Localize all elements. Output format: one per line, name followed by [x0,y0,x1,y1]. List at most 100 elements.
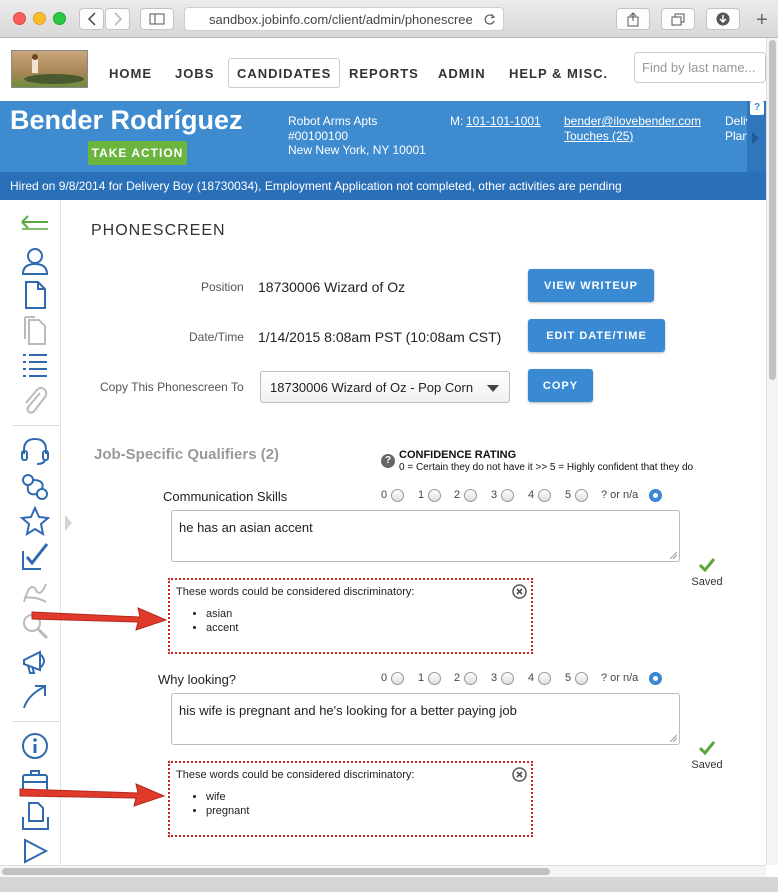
rating-radio-2[interactable] [464,489,477,502]
candidate-search-input[interactable]: Find by last name... [634,52,766,83]
address-line-2: #00100100 [288,129,349,143]
info-icon[interactable] [20,731,50,761]
copy-button[interactable]: COPY [528,369,593,402]
headset-icon[interactable] [20,436,50,466]
rating-radio-1[interactable] [428,489,441,502]
back-button[interactable] [79,8,104,30]
saved-status: Saved [691,576,723,588]
rating-label: 0 [381,672,388,684]
reload-icon[interactable] [483,13,496,26]
header-help-icon[interactable]: ? [750,101,764,115]
megaphone-icon[interactable] [20,646,50,676]
rating-radio-1[interactable] [428,672,441,685]
rating-label: 4 [528,672,535,684]
flagged-words-list: asian accent [206,608,525,634]
vertical-scrollbar[interactable] [766,38,778,865]
confidence-title: CONFIDENCE RATING [399,449,517,461]
rating-radio-0[interactable] [391,489,404,502]
chevron-right-icon [752,132,759,144]
edit-datetime-button[interactable]: EDIT DATE/TIME [528,319,665,352]
resize-handle-icon[interactable] [669,551,677,559]
nav-home[interactable]: HOME [101,58,160,88]
new-tab-button[interactable]: + [756,9,768,32]
rating-radio-3[interactable] [501,489,514,502]
header-scroll-right[interactable]: ? [747,101,766,172]
rating-label: 3 [491,489,498,501]
sidebar-toggle-button[interactable] [140,8,174,30]
close-icon[interactable] [512,584,527,599]
flagged-word: pregnant [206,805,525,817]
email-link[interactable]: bender@ilovebender.com [564,114,701,129]
nav-reports[interactable]: REPORTS [341,58,427,88]
nav-admin[interactable]: ADMIN [430,58,494,88]
rating-label: 0 [381,489,388,501]
phone-link[interactable]: 101-101-1001 [466,114,541,129]
qualifier-answer-textarea[interactable]: he has an asian accent [171,510,680,562]
nav-candidates[interactable]: CANDIDATES [228,58,341,88]
resize-handle-icon[interactable] [669,734,677,742]
confidence-help-icon[interactable]: ? [381,454,395,468]
document-icon[interactable] [20,280,50,310]
send-arrow-icon[interactable] [20,681,50,711]
paperclip-icon[interactable] [20,385,50,415]
saved-status: Saved [691,759,723,771]
datetime-value: 1/14/2015 8:08am PST (10:08am CST) [258,329,502,345]
play-icon[interactable] [20,836,50,866]
rating-radio-5[interactable] [575,672,588,685]
share-button[interactable] [616,8,650,30]
rating-radio-4[interactable] [538,489,551,502]
header-extra-2: Plan [725,129,750,143]
rating-radio-4[interactable] [538,672,551,685]
minimize-window-button[interactable] [33,12,46,25]
annotation-arrow-icon [19,783,166,807]
touches-link[interactable]: Touches (25) [564,129,633,144]
copy-documents-icon[interactable] [20,315,50,345]
workflow-icon[interactable] [20,472,50,502]
rating-radio-0[interactable] [391,672,404,685]
company-logo[interactable] [11,50,88,88]
qualifier-name: Why looking? [158,672,237,687]
phone-label: M: [450,114,464,128]
download-icon [716,12,730,26]
candidate-status-text: Hired on 9/8/2014 for Delivery Boy (1873… [10,179,622,193]
rating-radio-5[interactable] [575,489,588,502]
qualifier-answer-textarea[interactable]: his wife is pregnant and he's looking fo… [171,693,680,745]
close-window-button[interactable] [13,12,26,25]
list-icon[interactable] [20,350,50,380]
saved-check-icon [698,558,716,573]
copy-target-select[interactable]: 18730006 Wizard of Oz - Pop Corn [260,371,510,403]
downloads-button[interactable] [706,8,740,30]
address-bar[interactable]: sandbox.jobinfo.com/client/admin/phonesc… [184,7,504,31]
rating-radio-3[interactable] [501,672,514,685]
close-icon[interactable] [512,767,527,782]
page-title: PHONESCREEN [91,222,226,239]
vertical-scroll-thumb[interactable] [769,40,776,380]
window-bottom-edge [0,877,778,892]
nav-help-misc[interactable]: HELP & MISC. [501,58,616,88]
horizontal-scroll-thumb[interactable] [2,868,550,875]
star-icon[interactable] [20,506,50,536]
rating-radio-na[interactable] [649,489,662,502]
checklist-icon[interactable] [20,541,50,571]
horizontal-scrollbar[interactable] [0,865,766,877]
tabs-button[interactable] [661,8,695,30]
sidebar-expand-icon[interactable] [63,513,73,533]
address-url: sandbox.jobinfo.com/client/admin/phonesc… [209,11,473,27]
rating-radio-2[interactable] [464,672,477,685]
candidate-sidebar [0,200,61,865]
rating-label: 4 [528,489,535,501]
forward-button[interactable] [105,8,130,30]
rating-radio-na[interactable] [649,672,662,685]
rating-label: 3 [491,672,498,684]
nav-jobs[interactable]: JOBS [167,58,222,88]
zoom-window-button[interactable] [53,12,66,25]
flagged-words-list: wife pregnant [206,791,525,817]
flagged-word: wife [206,791,525,803]
take-action-button[interactable]: TAKE ACTION [88,141,187,165]
rating-label: ? or n/a [601,672,639,684]
saved-check-icon [698,741,716,756]
collapse-arrow-icon[interactable] [20,212,50,242]
profile-icon[interactable] [20,246,50,276]
view-writeup-button[interactable]: VIEW WRITEUP [528,269,654,302]
browser-toolbar: sandbox.jobinfo.com/client/admin/phonesc… [0,0,778,38]
